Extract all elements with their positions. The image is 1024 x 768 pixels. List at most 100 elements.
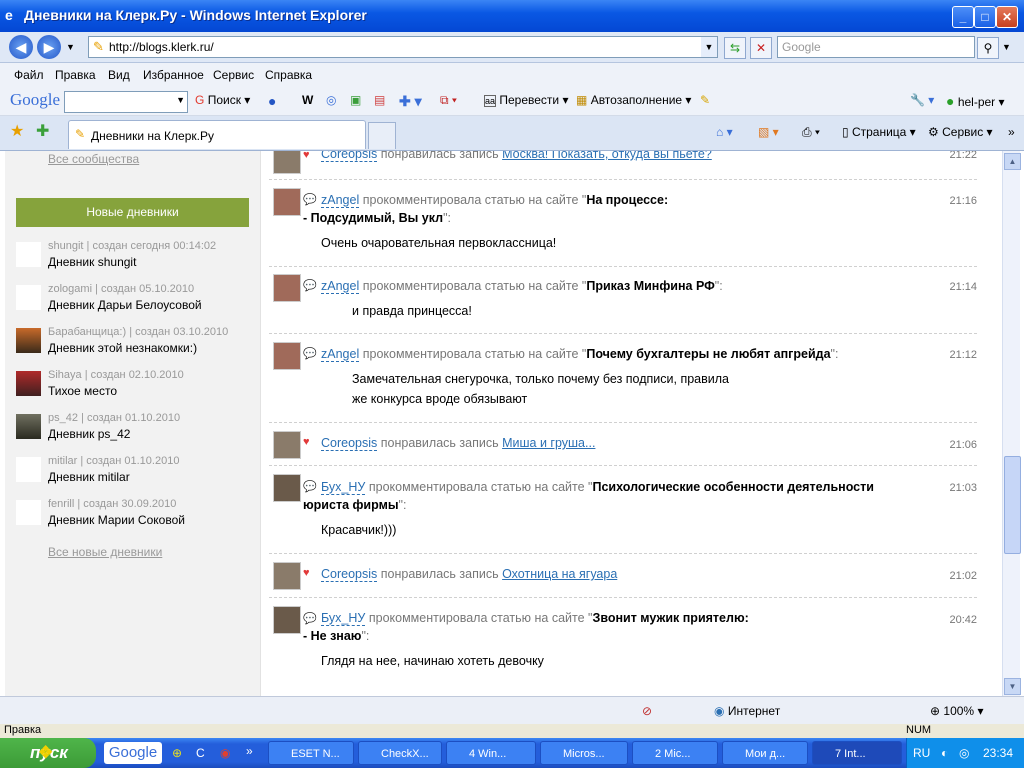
taskbar-item[interactable]: Micros... — [540, 741, 628, 765]
start-button[interactable]: ❖ пуск — [0, 738, 96, 768]
new-tab-button[interactable] — [368, 122, 396, 149]
minimize-button[interactable]: _ — [952, 6, 974, 28]
language-indicator[interactable]: RU — [913, 746, 930, 760]
diary-name[interactable]: Дневник ps_42 — [48, 427, 130, 441]
avatar[interactable] — [273, 342, 301, 370]
favorites-star-icon[interactable]: ★ — [10, 121, 24, 141]
entry-title[interactable]: На процессе: — [586, 193, 668, 207]
quicklaunch-icon[interactable]: ◉ — [220, 746, 230, 760]
quicklaunch-overflow-icon[interactable]: » — [246, 744, 253, 758]
tray-icon[interactable]: ◐ — [941, 746, 948, 760]
google-dropdown-icon[interactable]: ▼ — [176, 95, 185, 105]
refresh-button[interactable]: ⇆ — [724, 37, 746, 59]
all-communities-link[interactable]: Все сообщества — [48, 152, 139, 166]
quicklaunch-icon[interactable]: C — [196, 746, 205, 760]
wrench-icon[interactable]: 🔧 ▾ — [910, 93, 934, 107]
entry-link[interactable]: Миша и груша... — [502, 436, 595, 450]
diary-item[interactable]: mitilar | создан 01.10.2010 Дневник miti… — [16, 455, 256, 499]
page-menu-button[interactable]: ▯ Страница ▾ — [842, 125, 916, 139]
taskbar-item[interactable]: ESET N... — [268, 741, 354, 765]
translate-button[interactable]: aa Перевести ▾ — [484, 93, 568, 107]
entry-title[interactable]: Психологические особенности деятельности — [592, 480, 873, 494]
recent-pages-dropdown-icon[interactable]: ▼ — [66, 42, 75, 52]
tools-menu-button[interactable]: ⚙ Сервис ▾ — [928, 125, 993, 139]
autofill-button[interactable]: ▦ Автозаполнение ▾ — [576, 93, 691, 107]
url-dropdown-icon[interactable]: ▼ — [701, 37, 717, 57]
taskbar-item[interactable]: CheckX... — [358, 741, 442, 765]
privacy-icon[interactable]: ⊘ — [642, 704, 652, 718]
popup-blocker-icon[interactable]: ⧉ ▾ — [440, 93, 457, 108]
avatar[interactable] — [273, 151, 301, 174]
menu-tools[interactable]: Сервис — [213, 68, 254, 82]
print-icon[interactable]: ⎙ ▾ — [802, 125, 820, 140]
scroll-down-icon[interactable]: ▼ — [1004, 678, 1021, 695]
close-window-button[interactable]: ✕ — [996, 6, 1018, 28]
taskbar-item-active[interactable]: 7 Int... — [812, 741, 902, 765]
compass-icon[interactable]: ◎ — [326, 93, 336, 107]
zoom-control[interactable]: ⊕ 100% ▾ — [930, 704, 983, 718]
menu-help[interactable]: Справка — [265, 68, 312, 82]
menu-file[interactable]: Файл — [14, 68, 44, 82]
diary-name[interactable]: Дневник shungit — [48, 255, 136, 269]
taskbar-item[interactable]: Мои д... — [722, 741, 808, 765]
search-icon[interactable]: ⚲ — [977, 37, 999, 59]
globe-icon[interactable]: ● — [268, 93, 276, 109]
entry-user[interactable]: Бух_НУ — [321, 480, 366, 495]
vertical-scrollbar[interactable]: ▲ ▼ — [1002, 151, 1021, 696]
diary-name[interactable]: Дневник Дарьи Белоусовой — [48, 298, 202, 312]
home-icon[interactable]: ⌂ ▾ — [716, 125, 733, 139]
entry-link[interactable]: Москва! Показать, откуда вы пьете? — [502, 151, 712, 161]
feeds-icon[interactable]: ▧ ▾ — [758, 125, 779, 139]
all-new-diaries-link[interactable]: Все новые дневники — [48, 545, 162, 559]
entry-title-continued[interactable]: - Подсудимый, Вы укл": — [303, 211, 451, 225]
diary-item[interactable]: ps_42 | создан 01.10.2010 Дневник ps_42 — [16, 412, 256, 456]
google-search-input[interactable]: ▼ — [64, 91, 188, 113]
menu-favorites[interactable]: Избранное — [143, 68, 204, 82]
copy-icon[interactable]: ▣ — [350, 93, 361, 107]
menu-view[interactable]: Вид — [108, 68, 130, 82]
avatar[interactable] — [273, 274, 301, 302]
quicklaunch-icon[interactable]: ⊕ — [172, 746, 182, 760]
entry-user[interactable]: zAngel — [321, 347, 360, 362]
tray-icon[interactable]: ◎ — [959, 746, 969, 760]
diary-item[interactable]: zologami | создан 05.10.2010 Дневник Дар… — [16, 283, 256, 327]
diary-item[interactable]: Sihaya | создан 02.10.2010 Тихое место — [16, 369, 256, 413]
entry-user[interactable]: zAngel — [321, 279, 360, 294]
entry-user[interactable]: Бух_НУ — [321, 611, 366, 626]
entry-title[interactable]: Почему бухгалтеры не любят апгрейда — [586, 347, 830, 361]
entry-title-continued[interactable]: юриста фирмы": — [303, 498, 406, 512]
entry-user[interactable]: Coreopsis — [321, 436, 378, 451]
avatar[interactable] — [273, 474, 301, 502]
forward-button[interactable]: ▶ — [37, 35, 61, 59]
taskbar-item[interactable]: 4 Win... — [446, 741, 536, 765]
diary-name[interactable]: Дневник этой незнакомки:) — [48, 341, 197, 355]
maximize-button[interactable]: □ — [974, 6, 996, 28]
entry-link[interactable]: Охотница на ягуара — [502, 567, 617, 581]
entry-title-continued[interactable]: - Не знаю": — [303, 629, 369, 643]
back-button[interactable]: ◀ — [9, 35, 33, 59]
plus-icon[interactable]: ✚ ▾ — [399, 93, 422, 110]
google-deskbar[interactable]: Google — [104, 742, 162, 764]
entry-user[interactable]: zAngel — [321, 193, 360, 208]
diary-name[interactable]: Тихое место — [48, 384, 117, 398]
entry-title-2[interactable]: - Не знаю — [303, 629, 361, 643]
wikipedia-icon[interactable]: W — [302, 93, 313, 107]
google-search-button[interactable]: G Поиск ▾ — [195, 93, 250, 107]
tab-active[interactable]: ✎ Дневники на Клерк.Ру — [68, 120, 366, 149]
avatar[interactable] — [273, 188, 301, 216]
diary-item[interactable]: Барабанщица:) | создан 03.10.2010 Дневни… — [16, 326, 256, 370]
avatar[interactable] — [273, 431, 301, 459]
scroll-thumb[interactable] — [1004, 456, 1021, 554]
google-account-button[interactable]: ● hel-per ▾ — [946, 93, 1005, 109]
entry-user[interactable]: Coreopsis — [321, 567, 378, 582]
entry-title-2[interactable]: - Подсудимый, Вы укл — [303, 211, 443, 225]
diary-name[interactable]: Дневник Марии Соковой — [48, 513, 185, 527]
taskbar-item[interactable]: 2 Mic... — [632, 741, 718, 765]
search-options-icon[interactable]: ▼ — [1002, 42, 1011, 52]
entry-user[interactable]: Coreopsis — [321, 151, 378, 162]
diary-item[interactable]: fenrill | создан 30.09.2010 Дневник Мари… — [16, 498, 256, 542]
highlighter-icon[interactable]: ✎ — [700, 93, 710, 107]
diary-item[interactable]: shungit | создан сегодня 00:14:02 Дневни… — [16, 240, 256, 284]
toolbar-overflow-icon[interactable]: » — [1008, 125, 1015, 139]
stop-button[interactable]: ✕ — [750, 37, 772, 59]
